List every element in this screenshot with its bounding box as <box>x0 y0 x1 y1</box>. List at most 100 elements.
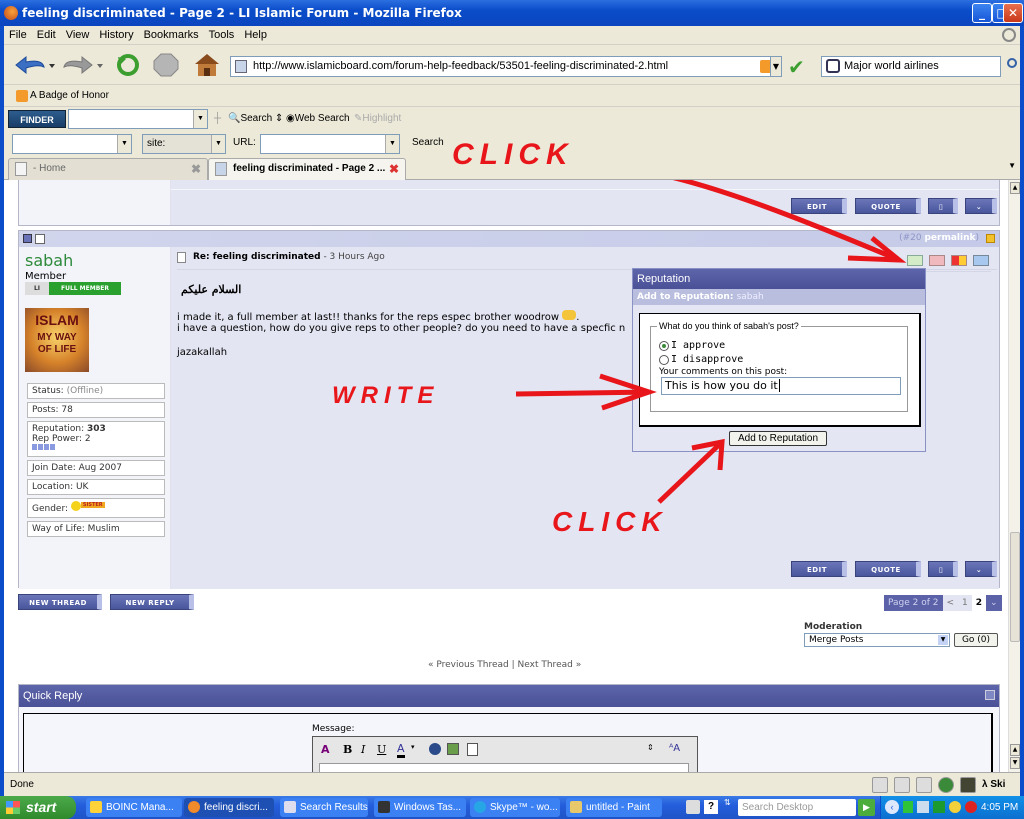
next-thread-link[interactable]: Next Thread » <box>518 660 582 670</box>
addon-icon[interactable] <box>894 777 910 793</box>
finder-query-input[interactable]: ▼ <box>68 109 208 129</box>
scrollbar-thumb[interactable] <box>1010 532 1020 642</box>
taskbar-firefox[interactable]: feeling discri... <box>184 798 274 817</box>
close-button[interactable]: ✕ <box>1003 3 1023 23</box>
chevron-down-icon[interactable]: ▼ <box>193 110 207 128</box>
reload-icon[interactable] <box>114 53 142 77</box>
permalink-link[interactable]: permalink <box>924 233 975 243</box>
insert-image-icon[interactable] <box>447 743 459 755</box>
back-button[interactable] <box>14 53 56 77</box>
tray-expand-icon[interactable]: ‹ <box>885 800 899 814</box>
quote-button[interactable]: QUOTE <box>855 198 921 214</box>
menu-bookmarks[interactable]: Bookmarks <box>139 29 204 41</box>
multiquote-button[interactable]: ▯ <box>928 198 958 214</box>
finder-search-submit[interactable]: Search <box>412 137 444 148</box>
tray-icon[interactable] <box>903 801 913 813</box>
menu-view[interactable]: View <box>61 29 95 41</box>
edit-button[interactable]: EDIT <box>791 561 847 577</box>
collapse-icon[interactable] <box>986 234 995 243</box>
desktop-search-input[interactable]: Search Desktop <box>738 799 856 816</box>
disapprove-label[interactable]: I disapprove <box>671 354 743 365</box>
reputation-comment-input[interactable]: This is how you do it <box>661 377 901 395</box>
help-icon[interactable]: ? <box>704 800 718 814</box>
taskbar-skype[interactable]: Skype™ - wo... <box>470 798 560 817</box>
quote-button[interactable]: QUOTE <box>855 561 921 577</box>
network-icon[interactable] <box>917 801 929 813</box>
chevron-down-icon[interactable]: ▼ <box>117 135 131 153</box>
user-avatar[interactable]: ISLAM MY WAY OF LIFE <box>25 308 89 372</box>
search-magnifier-icon[interactable] <box>1007 58 1017 68</box>
chevron-down-icon[interactable]: ▼ <box>211 135 225 153</box>
moderation-go-button[interactable]: Go (0) <box>954 633 998 647</box>
select-post-checkbox[interactable] <box>35 234 45 244</box>
underline-icon[interactable]: U <box>377 743 386 756</box>
add-to-reputation-button[interactable]: Add to Reputation <box>729 431 827 446</box>
finder-search-button[interactable]: 🔍Search ⇕ <box>228 113 283 124</box>
resize-icon[interactable]: ⇕ <box>647 743 654 752</box>
tab-list-dropdown[interactable]: ▼ <box>1008 161 1016 170</box>
menu-tools[interactable]: Tools <box>204 29 240 41</box>
report-post-icon[interactable] <box>929 255 945 266</box>
chevron-down-icon[interactable]: ▼ <box>385 135 399 153</box>
more-options-button[interactable]: ⌄ <box>965 198 997 214</box>
finder-url-input[interactable]: ▼ <box>260 134 400 154</box>
taskbar-search-results[interactable]: Search Results <box>280 798 368 817</box>
tab-home[interactable]: - Home ✖ <box>8 158 208 180</box>
home-icon[interactable] <box>194 53 220 77</box>
tab-feeling-discriminated[interactable]: feeling discriminated - Page 2 ... ✖ <box>208 158 406 180</box>
extension-icon[interactable] <box>960 777 976 793</box>
page-1-link[interactable]: 1 <box>958 595 972 611</box>
window-icon[interactable] <box>916 777 932 793</box>
message-textarea[interactable] <box>319 763 689 772</box>
web-search-button[interactable]: ◉Web Search <box>286 113 350 124</box>
menu-history[interactable]: History <box>94 29 138 41</box>
taskbar-paint[interactable]: untitled - Paint <box>566 798 662 817</box>
search-engine-icon[interactable] <box>826 59 840 73</box>
switch-mode-icon[interactable]: ᴬA <box>669 743 680 754</box>
finder-logo[interactable]: FINDER <box>8 110 66 128</box>
insert-link-icon[interactable] <box>429 743 441 755</box>
scroll-up-arrow[interactable]: ▲ <box>1010 182 1020 194</box>
new-reply-button[interactable]: NEW REPLY <box>110 594 194 610</box>
minimize-button[interactable]: _ <box>972 3 992 23</box>
disapprove-radio[interactable] <box>659 355 669 365</box>
menu-help[interactable]: Help <box>239 29 272 41</box>
multiquote-button[interactable]: ▯ <box>928 561 958 577</box>
username[interactable]: sabah <box>25 251 73 270</box>
menu-edit[interactable]: Edit <box>32 29 61 41</box>
remove-format-icon[interactable]: A <box>321 743 330 756</box>
taskbar-boinc[interactable]: BOINC Mana... <box>86 798 182 817</box>
highlight-button[interactable]: ✎Highlight <box>354 113 401 124</box>
security-icon[interactable] <box>965 801 977 813</box>
quicklaunch-icon[interactable] <box>686 800 700 814</box>
finder-engine-select[interactable]: ▼ <box>12 134 132 154</box>
font-color-icon[interactable]: A <box>397 742 405 758</box>
site-select[interactable]: site: ▼ <box>142 134 226 154</box>
search-engine-input[interactable]: Major world airlines <box>821 56 1001 77</box>
ip-info-icon[interactable] <box>951 255 967 266</box>
start-button[interactable]: start <box>0 796 76 819</box>
close-tab-icon[interactable]: ✖ <box>389 159 399 179</box>
collapse-icon[interactable] <box>985 690 995 700</box>
page-jump-dropdown[interactable]: ⌄ <box>986 595 1002 611</box>
stop-icon[interactable] <box>152 53 180 77</box>
bookmark-badge-of-honor[interactable]: A Badge of Honor <box>30 90 109 101</box>
url-bar[interactable]: http://www.islamicboard.com/forum-help-f… <box>230 56 780 77</box>
new-thread-button[interactable]: NEW THREAD <box>18 594 102 610</box>
menu-file[interactable]: File <box>4 29 32 41</box>
quote-icon[interactable] <box>467 743 478 756</box>
prev-page-link[interactable]: < <box>942 595 959 611</box>
moderation-select[interactable]: Merge Posts ▼ <box>804 633 950 647</box>
scroll-down-arrow[interactable]: ▼ <box>1010 757 1020 769</box>
forward-button[interactable] <box>62 53 104 77</box>
approve-radio[interactable] <box>659 341 669 351</box>
url-dropdown-button[interactable]: ▼ <box>770 56 782 77</box>
tray-icon[interactable] <box>949 801 961 813</box>
italic-icon[interactable]: I <box>361 743 365 756</box>
chevron-down-icon[interactable]: ▾ <box>411 743 415 751</box>
edit-button[interactable]: EDIT <box>791 198 847 214</box>
vertical-scrollbar[interactable]: ▲ ▲ ▼ <box>1008 180 1020 772</box>
send-message-icon[interactable] <box>973 255 989 266</box>
rss-tray-icon[interactable] <box>933 801 945 813</box>
sync-icon[interactable] <box>938 777 954 793</box>
